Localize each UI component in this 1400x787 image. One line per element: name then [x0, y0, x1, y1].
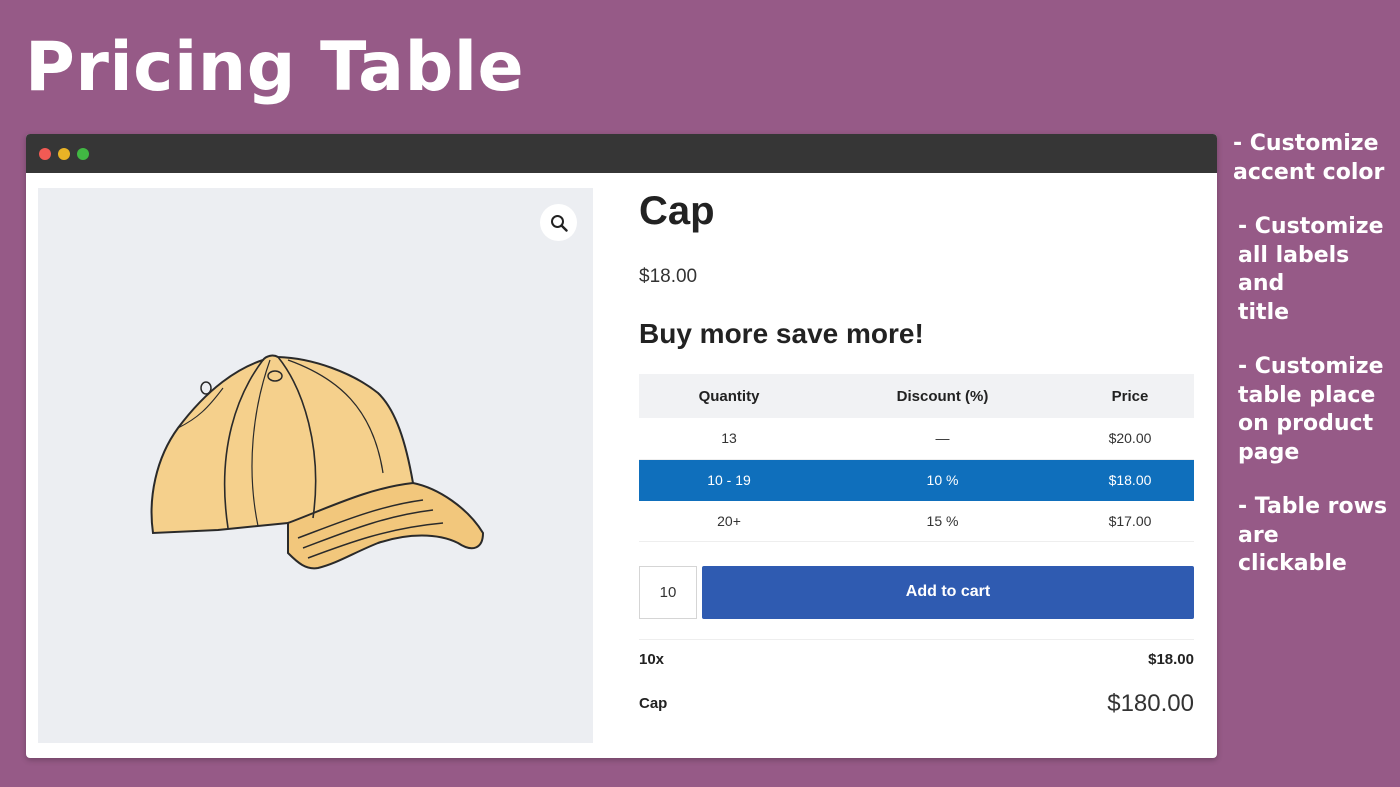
- feature-note: - Customize table place on product page: [1238, 354, 1384, 465]
- pricing-table-row[interactable]: 20+ 15 % $17.00: [639, 500, 1194, 542]
- price-totals: 10x $18.00 Cap $180.00: [639, 638, 1194, 718]
- quantity-cell: 13: [639, 418, 819, 460]
- pricing-table-row[interactable]: 13 — $20.00: [639, 418, 1194, 460]
- maximize-window-dot[interactable]: [77, 147, 89, 160]
- discount-cell: 10 %: [819, 459, 1066, 501]
- price-cell: $20.00: [1066, 418, 1194, 460]
- minimize-window-dot[interactable]: [58, 147, 70, 160]
- price-cell: $18.00: [1066, 459, 1194, 501]
- totals-total-price: $180.00: [1107, 689, 1194, 717]
- feature-note: - Table rows are clickable: [1238, 494, 1388, 576]
- pricing-table-heading: Buy more save more!: [639, 318, 924, 349]
- zoom-button[interactable]: [540, 204, 577, 241]
- product-summary: Cap $18.00 Buy more save more! Quantity …: [639, 188, 1194, 718]
- page-title: Pricing Table: [25, 28, 525, 107]
- discount-cell: 15 %: [819, 500, 1066, 542]
- column-header-discount: Discount (%): [819, 374, 1066, 418]
- price-cell: $17.00: [1066, 500, 1194, 542]
- pricing-table: Quantity Discount (%) Price 13 — $20.00 …: [639, 374, 1194, 542]
- quantity-input[interactable]: [639, 565, 697, 619]
- cap-product-image: [150, 354, 485, 570]
- totals-quantity-label: 10x: [639, 651, 665, 668]
- pricing-table-row-selected[interactable]: 10 - 19 10 % $18.00: [639, 459, 1194, 501]
- pricing-table-header-row: Quantity Discount (%) Price: [639, 374, 1194, 418]
- feature-notes: - Customize accent color - Customize all…: [1230, 130, 1395, 605]
- column-header-quantity: Quantity: [639, 374, 819, 418]
- close-window-dot[interactable]: [39, 147, 51, 160]
- totals-sum-row: Cap $180.00: [639, 690, 1194, 718]
- quantity-cell: 10 - 19: [639, 459, 819, 501]
- product-title: Cap: [639, 189, 715, 233]
- feature-note: - Customize accent color: [1233, 131, 1385, 185]
- totals-quantity-row: 10x $18.00: [639, 650, 1194, 670]
- totals-unit-price: $18.00: [1148, 651, 1194, 668]
- product-price: $18.00: [639, 266, 698, 287]
- add-to-cart-button[interactable]: Add to cart: [702, 565, 1194, 619]
- totals-product-name: Cap: [639, 695, 668, 712]
- product-gallery: [38, 188, 593, 743]
- quantity-cell: 20+: [639, 500, 819, 542]
- discount-cell: —: [819, 418, 1066, 460]
- add-to-cart-form: Add to cart: [639, 565, 1194, 619]
- browser-window: Cap $18.00 Buy more save more! Quantity …: [26, 134, 1217, 758]
- column-header-price: Price: [1066, 374, 1194, 418]
- magnifier-icon: [550, 214, 568, 232]
- browser-titlebar: [26, 134, 1217, 173]
- feature-note: - Customize all labels and title: [1238, 214, 1384, 325]
